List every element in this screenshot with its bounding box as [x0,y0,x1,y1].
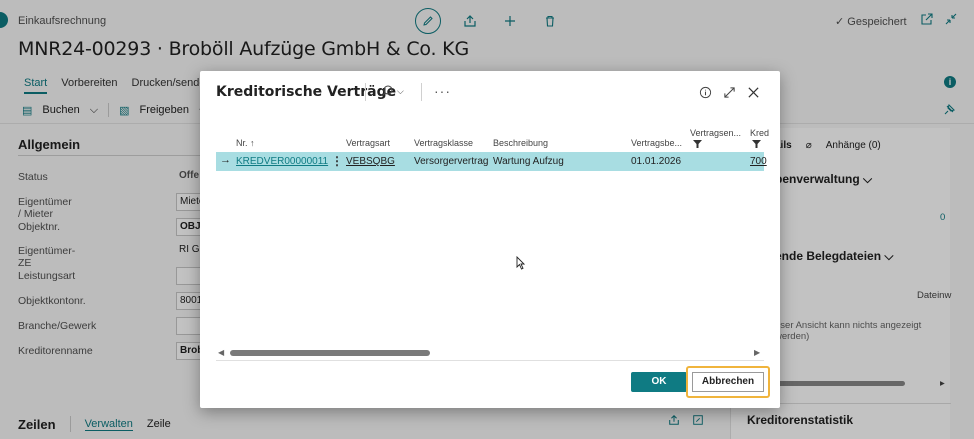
scrollbar-thumb[interactable] [230,350,430,356]
row-menu-icon[interactable]: ⋮ [331,154,343,168]
column-header-vertragsart[interactable]: Vertragsart [346,138,390,148]
cell-vertragsbeginn: 01.01.2026 [631,156,682,167]
dialog-header-separator [421,83,422,101]
table-row[interactable]: → KREDVER00000011 ⋮ VEBSQBG Versorgerver… [216,152,767,171]
vendor-contracts-dialog: Kreditorische Verträge ⌵ ··· Nr. ↑ Vertr… [200,71,780,408]
search-dropdown-icon[interactable]: ⌵ [397,86,404,97]
mouse-cursor-icon [516,255,526,273]
search-button[interactable]: ⌵ [380,84,404,98]
contracts-grid: Nr. ↑ Vertragsart Vertragsklasse Beschre… [216,126,769,361]
scroll-right-icon[interactable]: ▶ [754,348,760,357]
info-circle-icon[interactable] [697,84,713,100]
more-options-icon[interactable]: ··· [434,83,451,99]
close-icon[interactable] [745,84,761,100]
scroll-left-icon[interactable]: ◀ [218,348,224,357]
cell-beschreibung: Wartung Aufzug [493,156,564,167]
column-header-vertragsklasse[interactable]: Vertragsklasse [414,138,473,148]
current-row-arrow-icon: → [220,154,231,166]
cell-nr[interactable]: KREDVER00000011 [236,156,328,167]
filter-icon[interactable] [693,139,702,151]
grid-header: Nr. ↑ Vertragsart Vertragsklasse Beschre… [216,126,769,152]
expand-icon[interactable] [721,84,737,100]
cell-vertragsklasse: Versorgervertrag [414,156,489,167]
grid-divider [216,360,764,361]
column-header-kred[interactable]: Kred [750,128,769,138]
ok-button[interactable]: OK [631,372,687,392]
cancel-button[interactable]: Abbrechen [692,372,764,392]
cell-vertragsart: VEBSQBG [346,156,395,167]
filter-icon[interactable] [752,139,761,151]
horizontal-scrollbar[interactable]: ◀ ▶ [216,348,764,358]
cell-kred: 700 [750,156,767,167]
dialog-title: Kreditorische Verträge [216,84,397,100]
cancel-button-highlight: Abbrechen [686,366,770,398]
column-header-vertragsbeginn[interactable]: Vertragsbe... [631,138,682,148]
column-header-beschreibung[interactable]: Beschreibung [493,138,548,148]
column-header-vertragsende[interactable]: Vertragsen... [690,128,741,138]
column-header-nr[interactable]: Nr. ↑ [236,138,255,148]
dialog-header-separator [365,83,366,101]
search-icon [381,85,393,97]
